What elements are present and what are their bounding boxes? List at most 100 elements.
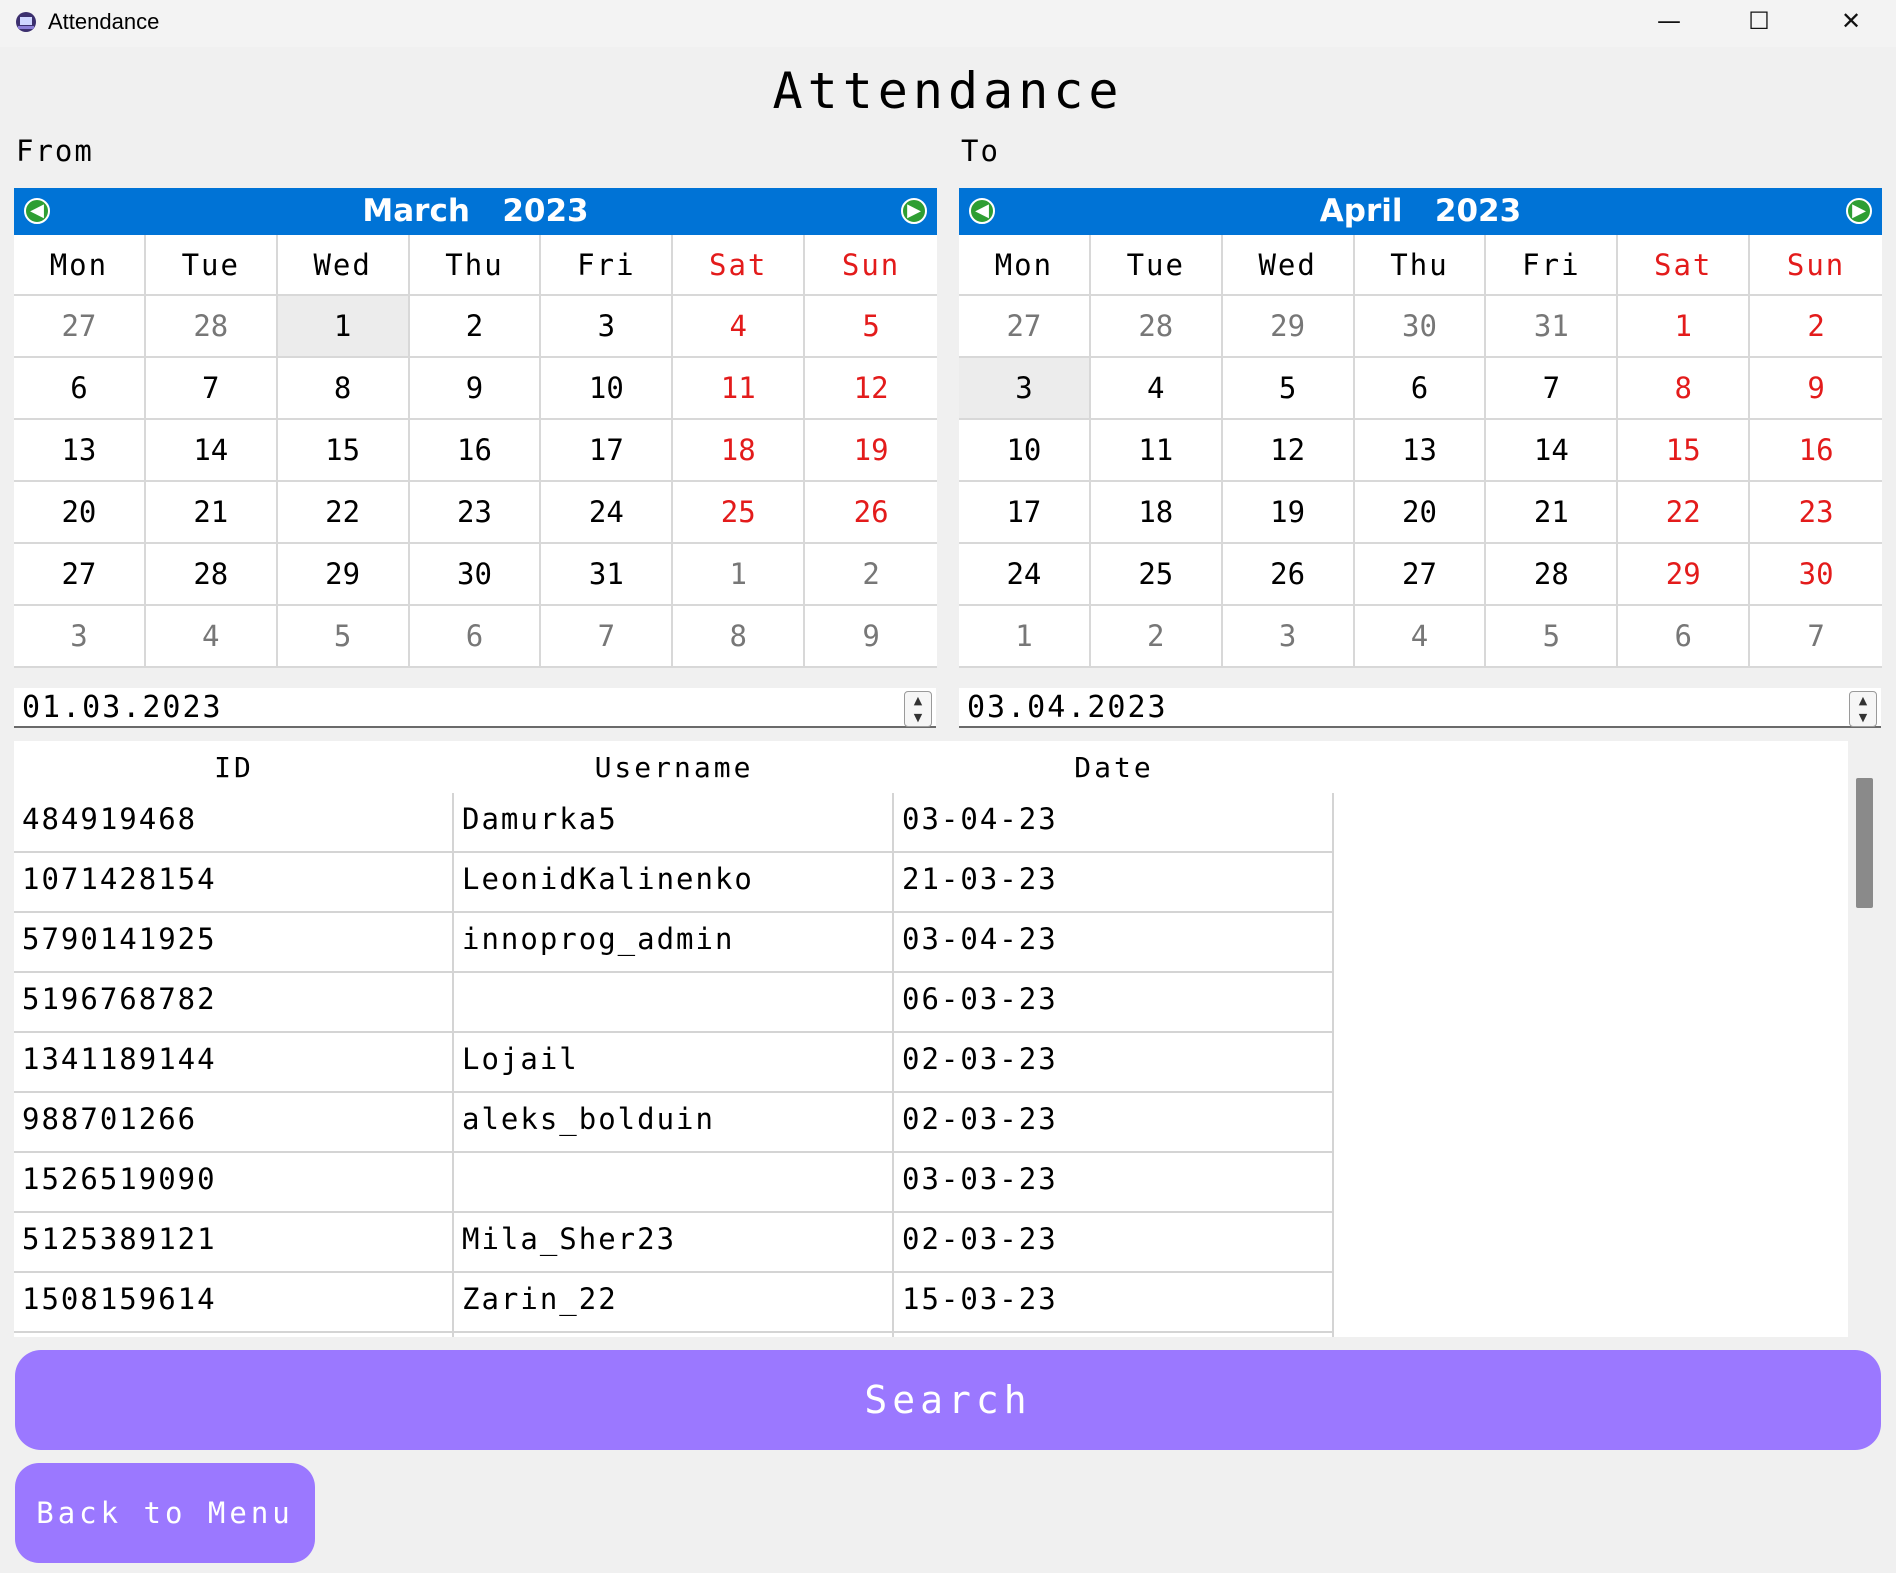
month-label[interactable]: March	[362, 193, 470, 229]
cell-date[interactable]: 02-03-23	[894, 1093, 1334, 1153]
cell-id[interactable]: 1508159614	[14, 1273, 454, 1333]
calendar-day[interactable]: 5	[277, 606, 410, 668]
calendar-day[interactable]: 11	[1090, 420, 1223, 482]
calendar-day[interactable]: 2	[1750, 296, 1882, 358]
calendar-day[interactable]: 31	[1486, 296, 1619, 358]
calendar-day[interactable]: 24	[959, 544, 1091, 606]
calendar-day[interactable]: 4	[145, 606, 278, 668]
table-row[interactable]: 1508159614 Zarin_22 15-03-23	[14, 1273, 1334, 1333]
calendar-day[interactable]: 26	[805, 482, 937, 544]
spin-up-icon[interactable]: ▲	[914, 694, 922, 707]
calendar-month-year[interactable]: April 2023	[959, 193, 1882, 229]
calendar-day[interactable]: 14	[145, 420, 278, 482]
cell-id[interactable]: 484919468	[14, 793, 454, 853]
calendar-day[interactable]: 30	[1750, 544, 1882, 606]
calendar-day[interactable]: 2	[409, 296, 542, 358]
calendar-day[interactable]: 10	[541, 358, 674, 420]
from-date-value[interactable]: 01.03.2023	[22, 690, 223, 725]
date-spinner[interactable]: ▲ ▼	[1849, 691, 1877, 727]
calendar-day[interactable]: 27	[959, 296, 1091, 358]
calendar-day[interactable]: 29	[1222, 296, 1355, 358]
calendar-day[interactable]: 15	[1618, 420, 1751, 482]
calendar-day[interactable]: 25	[673, 482, 806, 544]
to-date-value[interactable]: 03.04.2023	[967, 690, 1168, 725]
calendar-day[interactable]: 16	[409, 420, 542, 482]
calendar-day[interactable]: 28	[145, 296, 278, 358]
calendar-day[interactable]: 25	[1090, 544, 1223, 606]
calendar-day[interactable]: 7	[541, 606, 674, 668]
spin-down-icon[interactable]: ▼	[1859, 711, 1867, 724]
calendar-day[interactable]: 29	[1618, 544, 1751, 606]
calendar-day[interactable]: 3	[541, 296, 674, 358]
calendar-day[interactable]: 23	[1750, 482, 1882, 544]
cell-id[interactable]: 1071428154	[14, 853, 454, 913]
calendar-day[interactable]: 28	[1090, 296, 1223, 358]
calendar-day[interactable]: 3	[14, 606, 146, 668]
column-header-username[interactable]: Username	[454, 741, 894, 793]
calendar-day[interactable]: 27	[1354, 544, 1487, 606]
cell-date[interactable]: 02-03-23	[894, 1033, 1334, 1093]
calendar-day[interactable]: 9	[409, 358, 542, 420]
calendar-day[interactable]: 7	[145, 358, 278, 420]
cell-id[interactable]	[14, 1333, 454, 1337]
maximize-button[interactable]: ☐	[1714, 0, 1804, 42]
calendar-day[interactable]: 28	[1486, 544, 1619, 606]
calendar-day[interactable]: 16	[1750, 420, 1882, 482]
table-row[interactable]: 5790141925 innoprog_admin 03-04-23	[14, 913, 1334, 973]
cell-date[interactable]: 21-03-23	[894, 853, 1334, 913]
calendar-day[interactable]: 18	[1090, 482, 1223, 544]
table-row[interactable]: 1341189144 Lojail 02-03-23	[14, 1033, 1334, 1093]
calendar-day[interactable]: 8	[673, 606, 806, 668]
calendar-day[interactable]: 21	[145, 482, 278, 544]
next-month-icon[interactable]: ▶	[901, 198, 927, 224]
calendar-day[interactable]: 21	[1486, 482, 1619, 544]
calendar-day[interactable]: 20	[14, 482, 146, 544]
cell-username[interactable]: Damurka5	[454, 793, 894, 853]
calendar-day[interactable]: 6	[409, 606, 542, 668]
calendar-day[interactable]: 22	[1618, 482, 1751, 544]
year-label[interactable]: 2023	[1435, 193, 1521, 229]
table-row[interactable]: 988701266 aleks_bolduin 02-03-23	[14, 1093, 1334, 1153]
calendar-day[interactable]: 3	[959, 358, 1091, 420]
cell-date[interactable]: 03-04-23	[894, 793, 1334, 853]
column-header-id[interactable]: ID	[14, 741, 454, 793]
calendar-day[interactable]: 4	[1354, 606, 1487, 668]
cell-id[interactable]: 5790141925	[14, 913, 454, 973]
calendar-day[interactable]: 4	[673, 296, 806, 358]
search-button[interactable]: Search	[15, 1350, 1881, 1450]
table-row[interactable]	[14, 1333, 1334, 1337]
calendar-day[interactable]: 23	[409, 482, 542, 544]
calendar-day[interactable]: 5	[1222, 358, 1355, 420]
calendar-day[interactable]: 1	[673, 544, 806, 606]
cell-username[interactable]: aleks_bolduin	[454, 1093, 894, 1153]
cell-id[interactable]: 1341189144	[14, 1033, 454, 1093]
calendar-day[interactable]: 18	[673, 420, 806, 482]
next-month-icon[interactable]: ▶	[1846, 198, 1872, 224]
calendar-day[interactable]: 6	[14, 358, 146, 420]
calendar-day[interactable]: 12	[805, 358, 937, 420]
cell-date[interactable]	[894, 1333, 1334, 1337]
calendar-day[interactable]: 10	[959, 420, 1091, 482]
cell-username[interactable]	[454, 1333, 894, 1337]
cell-date[interactable]: 02-03-23	[894, 1213, 1334, 1273]
back-to-menu-button[interactable]: Back to Menu	[15, 1463, 315, 1563]
calendar-day[interactable]: 8	[1618, 358, 1751, 420]
calendar-day[interactable]: 1	[1618, 296, 1751, 358]
cell-date[interactable]: 03-03-23	[894, 1153, 1334, 1213]
cell-username[interactable]: Lojail	[454, 1033, 894, 1093]
cell-username[interactable]: LeonidKalinenko	[454, 853, 894, 913]
calendar-day[interactable]: 29	[277, 544, 410, 606]
cell-id[interactable]: 5196768782	[14, 973, 454, 1033]
calendar-day[interactable]: 6	[1618, 606, 1751, 668]
cell-username[interactable]: innoprog_admin	[454, 913, 894, 973]
calendar-day[interactable]: 4	[1090, 358, 1223, 420]
table-row[interactable]: 5125389121 Mila_Sher23 02-03-23	[14, 1213, 1334, 1273]
spin-down-icon[interactable]: ▼	[914, 711, 922, 724]
calendar-day[interactable]: 15	[277, 420, 410, 482]
table-row[interactable]: 1526519090 03-03-23	[14, 1153, 1334, 1213]
cell-id[interactable]: 1526519090	[14, 1153, 454, 1213]
spin-up-icon[interactable]: ▲	[1859, 694, 1867, 707]
calendar-day[interactable]: 3	[1222, 606, 1355, 668]
calendar-day[interactable]: 7	[1750, 606, 1882, 668]
calendar-day[interactable]: 17	[541, 420, 674, 482]
